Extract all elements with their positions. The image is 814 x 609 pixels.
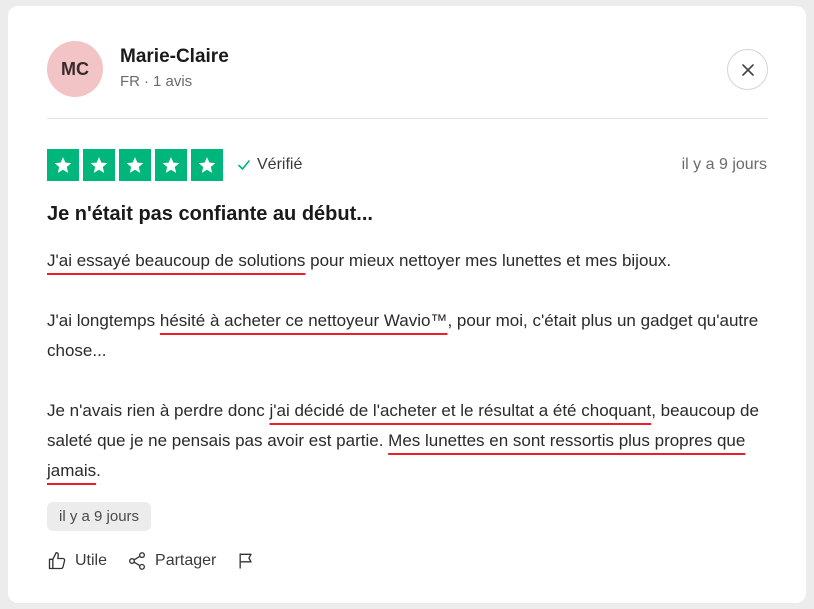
review-card: MC Marie-Claire FR · 1 avis Vérifié il y a… <box>8 6 806 603</box>
star-icon <box>47 149 79 181</box>
share-label: Partager <box>155 552 217 569</box>
highlighted-text: J'ai essayé beaucoup de solutions <box>47 251 306 270</box>
useful-label: Utile <box>75 552 108 569</box>
reviewer-country: FR <box>120 73 140 90</box>
star-icon <box>155 149 187 181</box>
thumbs-up-icon <box>48 552 66 570</box>
star-icon <box>83 149 115 181</box>
star-icon <box>119 149 151 181</box>
flag-icon <box>239 553 253 569</box>
experience-date-chip: il y a 9 jours <box>47 502 152 531</box>
meta-separator: · <box>144 73 149 90</box>
review-paragraph: J'ai longtemps hésité à acheter ce netto… <box>47 306 777 366</box>
reviewer-meta: FR · 1 avis <box>120 73 192 90</box>
avatar: MC <box>47 41 103 97</box>
review-text: . <box>96 461 101 480</box>
reviewer-review-count: 1 avis <box>153 73 193 90</box>
reviewer-name[interactable]: Marie-Claire <box>120 46 229 68</box>
check-icon <box>238 160 250 170</box>
highlighted-text: j'ai décidé de l'acheter et le résultat … <box>269 401 652 420</box>
review-text: J'ai longtemps <box>47 311 160 330</box>
useful-button[interactable]: Utile <box>47 551 107 571</box>
review-paragraph: Je n'avais rien à perdre donc j'ai décid… <box>47 396 777 486</box>
highlighted-text: hésité à acheter ce nettoyeur Wavio™ <box>159 311 448 330</box>
report-button[interactable] <box>236 551 256 571</box>
review-date: il y a 9 jours <box>681 156 767 173</box>
review-text: Je n'avais rien à perdre donc <box>47 401 270 420</box>
review-text: pour mieux nettoyer mes lunettes et mes … <box>305 251 672 270</box>
share-icon <box>129 552 146 570</box>
verified-label: Vérifié <box>257 156 303 173</box>
review-actions: Utile Partager <box>47 551 256 571</box>
review-body: J'ai essayé beaucoup de solutions pour m… <box>47 246 777 486</box>
review-title: Je n'était pas confiante au début... <box>47 203 373 225</box>
share-button[interactable]: Partager <box>127 551 216 571</box>
star-icon <box>191 149 223 181</box>
divider <box>47 118 768 119</box>
close-button[interactable] <box>727 49 768 90</box>
close-icon <box>741 63 754 76</box>
review-paragraph: J'ai essayé beaucoup de solutions pour m… <box>47 246 777 276</box>
verified-badge[interactable]: Vérifié <box>237 156 302 174</box>
star-rating <box>47 149 223 181</box>
